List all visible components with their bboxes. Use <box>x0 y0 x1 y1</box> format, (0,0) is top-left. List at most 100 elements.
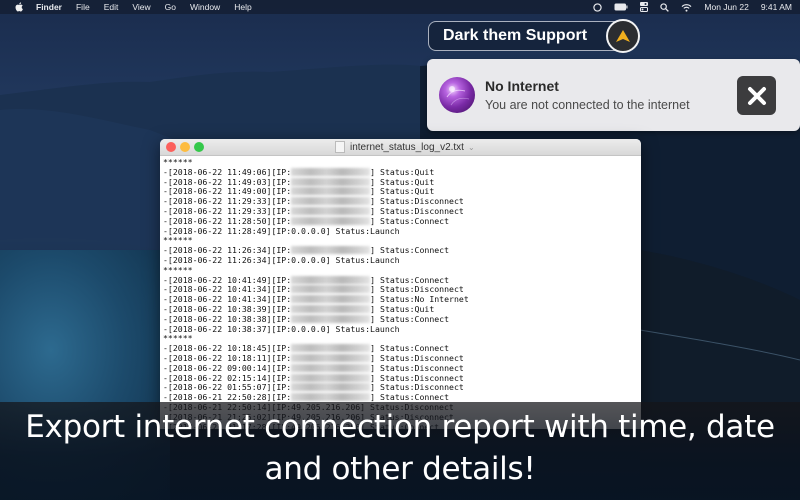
redacted-ip <box>291 216 371 225</box>
redacted-ip <box>291 167 371 176</box>
log-entry-text: -[2018-06-22 11:29:33][IP: <box>163 205 292 216</box>
window-maximize-button[interactable] <box>194 142 204 152</box>
log-entry: -[2018-06-22 11:28:49][IP:0.0.0.0] Statu… <box>163 225 641 237</box>
log-entry-text: -[2018-06-22 10:38:38][IP: <box>163 313 292 324</box>
log-content[interactable]: ****** -[2018-06-22 11:49:06][IP:] Status… <box>160 156 641 429</box>
search-icon[interactable] <box>660 2 670 12</box>
log-entry-text: -[2018-06-22 10:41:49][IP: <box>163 274 292 285</box>
log-entry-text: -[2018-06-22 10:38:39][IP: <box>163 303 292 314</box>
dark-theme-support-pill: Dark them Support <box>428 21 628 51</box>
log-entry-status: ] Status:Quit <box>370 186 435 197</box>
globe-shine-icon <box>446 86 470 106</box>
caption-line-2: and other details! <box>264 451 536 487</box>
redacted-ip <box>291 285 371 294</box>
log-entry-text: -[2018-06-22 01:55:07][IP: <box>163 382 292 393</box>
window-close-button[interactable] <box>166 142 176 152</box>
menu-window[interactable]: Window <box>190 2 220 12</box>
menu-file[interactable]: File <box>76 2 90 12</box>
log-entry-text: -[2018-06-22 11:49:06][IP: <box>163 166 292 177</box>
redacted-ip <box>291 246 371 255</box>
log-entry-text: -[2018-06-22 11:26:34][IP: <box>163 245 292 256</box>
log-entry-status: ] Status:No Internet <box>370 294 469 305</box>
log-entry-status: ] Status:Disconnect <box>370 382 464 393</box>
log-entry-text: ****** <box>163 157 193 167</box>
window-titlebar[interactable]: internet_status_log_v2.txt ⌄ <box>160 139 641 156</box>
redacted-ip <box>291 353 371 362</box>
document-icon <box>335 141 345 153</box>
log-entry-status: ] Status:Connect <box>370 274 450 285</box>
redacted-ip <box>291 275 371 284</box>
redacted-ip <box>291 373 371 382</box>
log-entry-text: -[2018-06-22 09:00:14][IP: <box>163 362 292 373</box>
log-entry-text: -[2018-06-22 11:29:33][IP: <box>163 196 292 207</box>
notification-close-button[interactable] <box>737 76 776 115</box>
notification-title: No Internet <box>485 78 559 94</box>
log-entry-status: ] Status:Quit <box>370 166 435 177</box>
log-entry-status: ] Status:Disconnect <box>370 284 464 295</box>
redacted-ip <box>291 383 371 392</box>
log-entry-status: ] Status:Connect <box>370 313 450 324</box>
log-entry-status: ] Status:Disconnect <box>370 196 464 207</box>
redacted-ip <box>291 304 371 313</box>
promo-caption: Export internet connection report with t… <box>0 406 800 490</box>
log-entry-status: ] Status:Disconnect <box>370 372 464 383</box>
dark-theme-support-label: Dark them Support <box>443 27 588 44</box>
menu-help[interactable]: Help <box>234 2 251 12</box>
log-entry-text: -[2018-06-22 10:41:34][IP: <box>163 284 292 295</box>
log-entry-text: -[2018-06-22 10:41:34][IP: <box>163 294 292 305</box>
log-entry-text: -[2018-06-22 11:49:03][IP: <box>163 176 292 187</box>
log-entry-status: ] Status:Connect <box>370 215 450 226</box>
no-internet-notification[interactable]: No Internet You are not connected to the… <box>427 59 800 131</box>
log-entry-status: ] Status:Quit <box>370 176 435 187</box>
redacted-ip <box>291 393 371 402</box>
menu-finder[interactable]: Finder <box>36 2 62 12</box>
document-title-text: internet_status_log_v2.txt <box>350 141 464 153</box>
menu-view[interactable]: View <box>132 2 150 12</box>
log-entry-text: -[2018-06-22 11:49:00][IP: <box>163 186 292 197</box>
menu-edit[interactable]: Edit <box>104 2 119 12</box>
close-icon <box>747 86 766 105</box>
redacted-ip <box>291 187 371 196</box>
log-entry-text: -[2018-06-22 10:38:37][IP:0.0.0.0] Statu… <box>163 323 400 334</box>
arrow-up-icon <box>616 30 630 42</box>
notification-body: You are not connected to the internet <box>485 98 690 112</box>
log-entry-status: ] Status:Connect <box>370 245 450 256</box>
battery-icon[interactable] <box>614 3 628 11</box>
redacted-ip <box>291 344 371 353</box>
caption-line-1: Export internet connection report with t… <box>25 409 775 445</box>
log-entry-text: -[2018-06-22 11:28:50][IP: <box>163 215 292 226</box>
menubar-app-button[interactable] <box>606 19 640 53</box>
log-entry-text: ****** <box>163 333 193 344</box>
globe-icon <box>439 77 475 113</box>
control-strip-icon[interactable] <box>640 2 649 12</box>
redacted-ip <box>291 295 371 304</box>
wifi-icon[interactable] <box>681 3 692 12</box>
log-entry-text: ****** <box>163 264 193 275</box>
log-entry-text: ****** <box>163 235 193 246</box>
redacted-ip <box>291 206 371 215</box>
redacted-ip <box>291 177 371 186</box>
text-editor-window: internet_status_log_v2.txt ⌄ ****** -[201… <box>160 139 641 429</box>
menu-go[interactable]: Go <box>165 2 176 12</box>
log-entry-status: ] Status:Disconnect <box>370 205 464 216</box>
redacted-ip <box>291 314 371 323</box>
menubar-time[interactable]: 9:41 AM <box>761 2 792 12</box>
document-title[interactable]: internet_status_log_v2.txt ⌄ <box>335 141 475 153</box>
log-entry-text: -[2018-06-22 11:28:49][IP:0.0.0.0] Statu… <box>163 225 400 236</box>
log-entry-status: ] Status:Connect <box>370 392 450 403</box>
log-entry-text: -[2018-06-22 10:18:11][IP: <box>163 352 292 363</box>
log-entry-text: -[2018-06-21 22:50:28][IP: <box>163 392 292 403</box>
chevron-down-icon[interactable]: ⌄ <box>468 143 475 152</box>
apple-logo-icon[interactable] <box>14 2 24 12</box>
redacted-ip <box>291 363 371 372</box>
menu-bar: Finder File Edit View Go Window Help Mon… <box>0 0 800 14</box>
circle-icon[interactable] <box>593 2 603 12</box>
window-minimize-button[interactable] <box>180 142 190 152</box>
log-entry: -[2018-06-22 11:26:34][IP:0.0.0.0] Statu… <box>163 254 641 266</box>
log-entry-status: ] Status:Connect <box>370 343 450 354</box>
menubar-date[interactable]: Mon Jun 22 <box>704 2 748 12</box>
log-entry: -[2018-06-22 10:38:37][IP:0.0.0.0] Statu… <box>163 323 641 335</box>
log-entry-text: -[2018-06-22 11:26:34][IP:0.0.0.0] Statu… <box>163 254 400 265</box>
redacted-ip <box>291 197 371 206</box>
log-entry-text: -[2018-06-22 10:18:45][IP: <box>163 343 292 354</box>
